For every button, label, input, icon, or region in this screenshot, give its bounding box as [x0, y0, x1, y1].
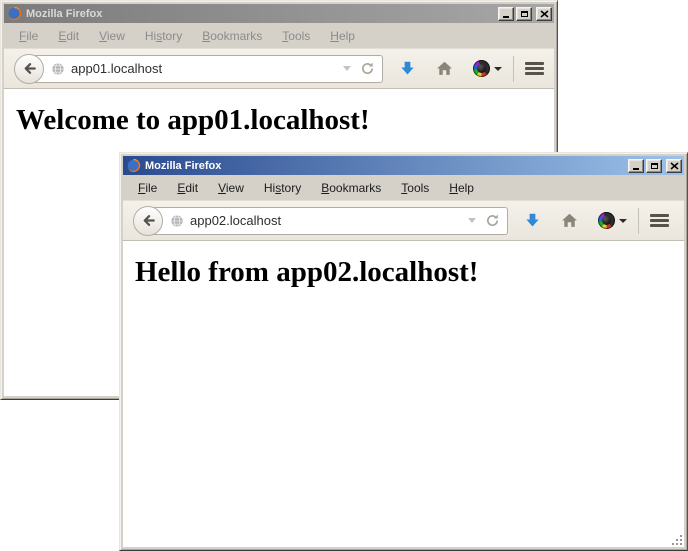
- menu-bar: File Edit View History Bookmarks Tools H…: [123, 175, 684, 200]
- menu-view[interactable]: View: [208, 178, 254, 198]
- menu-tools[interactable]: Tools: [391, 178, 439, 198]
- page-heading: Welcome to app01.localhost!: [16, 104, 554, 137]
- url-bar[interactable]: app01.localhost: [29, 55, 383, 83]
- menu-help[interactable]: Help: [320, 26, 365, 46]
- menu-help[interactable]: Help: [439, 178, 484, 198]
- maximize-icon: [651, 163, 658, 169]
- home-icon: [436, 60, 453, 77]
- search-engine-button[interactable]: [598, 212, 627, 229]
- back-button[interactable]: [14, 54, 44, 84]
- menu-bookmarks[interactable]: Bookmarks: [311, 178, 391, 198]
- download-icon: [399, 60, 416, 77]
- globe-icon[interactable]: [170, 214, 184, 228]
- toolbar-separator: [638, 208, 639, 234]
- minimize-button[interactable]: [498, 7, 514, 21]
- close-button[interactable]: [536, 7, 552, 21]
- menu-bookmarks[interactable]: Bookmarks: [192, 26, 272, 46]
- app-menu-button[interactable]: [650, 214, 669, 227]
- navigation-toolbar: app01.localhost: [4, 48, 554, 89]
- url-text[interactable]: app01.localhost: [71, 61, 339, 76]
- toolbar-separator: [513, 56, 514, 82]
- home-button[interactable]: [436, 60, 453, 77]
- url-bar[interactable]: app02.localhost: [148, 207, 508, 235]
- chevron-down-icon: [619, 219, 627, 223]
- maximize-icon: [521, 11, 528, 17]
- menu-tools[interactable]: Tools: [272, 26, 320, 46]
- search-engine-button[interactable]: [473, 60, 502, 77]
- home-icon: [561, 212, 578, 229]
- menu-history[interactable]: History: [254, 178, 311, 198]
- page-content: Hello from app02.localhost!: [123, 241, 684, 547]
- titlebar[interactable]: Mozilla Firefox: [4, 4, 554, 23]
- firefox-icon: [7, 6, 22, 21]
- back-arrow-icon: [21, 60, 38, 77]
- maximize-button[interactable]: [516, 7, 532, 21]
- titlebar[interactable]: Mozilla Firefox: [123, 156, 684, 175]
- back-button[interactable]: [133, 206, 163, 236]
- menu-icon: [525, 62, 544, 65]
- close-button[interactable]: [666, 159, 682, 173]
- globe-icon[interactable]: [51, 62, 65, 76]
- menu-view[interactable]: View: [89, 26, 135, 46]
- menu-file[interactable]: File: [128, 178, 167, 198]
- window-title: Mozilla Firefox: [145, 160, 221, 172]
- back-arrow-icon: [140, 212, 157, 229]
- search-engine-icon: [473, 60, 490, 77]
- search-engine-icon: [598, 212, 615, 229]
- download-button[interactable]: [524, 212, 541, 229]
- page-heading: Hello from app02.localhost!: [135, 256, 684, 289]
- menu-file[interactable]: File: [9, 26, 48, 46]
- download-icon: [524, 212, 541, 229]
- minimize-button[interactable]: [628, 159, 644, 173]
- app-menu-button[interactable]: [525, 62, 544, 75]
- reload-icon[interactable]: [360, 61, 375, 76]
- reload-icon[interactable]: [485, 213, 500, 228]
- menu-icon: [650, 214, 669, 217]
- urlbar-dropdown-icon[interactable]: [468, 218, 476, 223]
- minimize-icon: [503, 16, 509, 18]
- resize-grip[interactable]: [671, 534, 684, 547]
- firefox-icon: [126, 158, 141, 173]
- home-button[interactable]: [561, 212, 578, 229]
- menu-history[interactable]: History: [135, 26, 192, 46]
- menu-edit[interactable]: Edit: [167, 178, 208, 198]
- close-icon: [540, 10, 549, 18]
- close-icon: [670, 162, 679, 170]
- maximize-button[interactable]: [646, 159, 662, 173]
- browser-window-app02: Mozilla Firefox File Edit View History B…: [119, 152, 688, 551]
- menu-bar: File Edit View History Bookmarks Tools H…: [4, 23, 554, 48]
- minimize-icon: [633, 168, 639, 170]
- urlbar-dropdown-icon[interactable]: [343, 66, 351, 71]
- navigation-toolbar: app02.localhost: [123, 200, 684, 241]
- window-title: Mozilla Firefox: [26, 8, 102, 20]
- url-text[interactable]: app02.localhost: [190, 213, 464, 228]
- download-button[interactable]: [399, 60, 416, 77]
- chevron-down-icon: [494, 67, 502, 71]
- menu-edit[interactable]: Edit: [48, 26, 89, 46]
